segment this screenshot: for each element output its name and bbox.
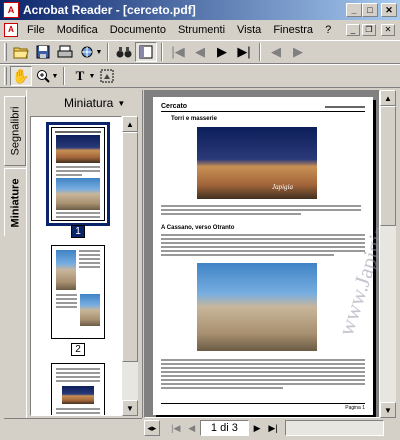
separator	[63, 67, 65, 85]
email-dropdown-icon[interactable]: ▼	[95, 49, 103, 56]
status-first-page-icon[interactable]: |◀	[168, 420, 184, 436]
doc-minimize-button[interactable]: _	[346, 24, 360, 36]
maximize-button[interactable]: □	[362, 3, 378, 17]
scroll-down-icon[interactable]: ▼	[122, 400, 138, 416]
text-block-1	[161, 205, 361, 217]
pane-toggle-icon[interactable]: ◂▸	[144, 420, 160, 436]
scroll-thumb[interactable]	[380, 106, 396, 226]
text-block-2	[161, 234, 365, 258]
search-binoculars-icon[interactable]	[113, 42, 135, 62]
section-title-1: Torri e masserie	[171, 116, 217, 122]
print-icon[interactable]	[54, 42, 76, 62]
panel-title: Miniatura	[64, 96, 114, 110]
page-header-title: Cercato	[161, 103, 188, 110]
thumbnail-scrollbar[interactable]: ▲ ▼	[122, 116, 138, 416]
photo-castle-day	[197, 263, 317, 351]
thumbnail-page-2[interactable]	[51, 245, 105, 339]
menu-documento[interactable]: Documento	[104, 24, 172, 36]
thumbnail-photo	[62, 386, 94, 404]
tab-bookmarks[interactable]: Segnalibri	[4, 96, 26, 166]
first-page-icon[interactable]: |◀	[167, 42, 189, 62]
thumbnail-label-2[interactable]: 2	[71, 343, 85, 356]
thumbnail-photo	[56, 178, 100, 210]
thumbnail-photo	[56, 250, 76, 290]
separator	[161, 43, 163, 61]
separator	[259, 43, 261, 61]
open-folder-icon[interactable]	[10, 42, 32, 62]
graphics-select-icon[interactable]	[96, 66, 118, 86]
toggle-navigation-pane-icon[interactable]	[135, 42, 157, 62]
scroll-up-icon[interactable]: ▲	[380, 90, 396, 106]
toolbar-file: ▼ |◀ ◀ ▶ ▶| ◀ ▶	[0, 40, 400, 64]
acrobat-app-icon[interactable]: A	[3, 2, 19, 18]
save-icon[interactable]	[32, 42, 54, 62]
close-button[interactable]: ✕	[381, 3, 397, 17]
section-title-2: A Cassano, verso Otranto	[161, 225, 235, 231]
document-icon[interactable]: A	[4, 23, 18, 37]
menu-modifica[interactable]: Modifica	[51, 24, 104, 36]
title-bar: A Acrobat Reader - [cerceto.pdf]	[0, 0, 400, 20]
horizontal-scrollbar[interactable]	[284, 420, 385, 436]
photo-castle-night: Japigia	[197, 127, 317, 199]
go-back-icon[interactable]: ◀	[265, 42, 287, 62]
panel-menu[interactable]: Miniatura ▼	[64, 96, 125, 110]
separator	[107, 43, 109, 61]
hand-tool-icon[interactable]: ✋	[10, 66, 32, 86]
panel-menu-dropdown-icon[interactable]: ▼	[117, 99, 125, 108]
text-select-dropdown-icon[interactable]: ▼	[88, 73, 96, 80]
thumbnail-page-3[interactable]	[51, 363, 105, 415]
go-forward-icon[interactable]: ▶	[287, 42, 309, 62]
status-previous-page-icon[interactable]: ◀	[184, 420, 200, 436]
page-footer: Pagina 1	[345, 405, 365, 411]
menu-help[interactable]: ?	[319, 24, 337, 36]
thumbnail-photo	[80, 294, 100, 326]
thumbnail-list: 1 2	[30, 116, 122, 416]
document-scrollbar[interactable]: ▲ ▼	[380, 90, 396, 418]
previous-page-icon[interactable]: ◀	[189, 42, 211, 62]
status-bar: ◂▸ |◀ ◀ 1 di 3 ▶ ▶|	[144, 418, 385, 438]
menu-file[interactable]: File	[21, 24, 51, 36]
toolbar-tools: ✋ ▼ T ▼	[0, 64, 400, 88]
thumbnail-label-1[interactable]: 1	[71, 225, 85, 238]
tab-bookmarks-label: Segnalibri	[9, 106, 22, 156]
pdf-page: Cercato Torri e masserie Japigia A Cassa…	[153, 97, 379, 415]
next-page-icon[interactable]: ▶	[211, 42, 233, 62]
tab-thumbnails-label: Miniature	[9, 178, 22, 227]
toolbar-grip[interactable]	[4, 67, 7, 85]
scroll-thumb[interactable]	[122, 132, 138, 362]
scroll-down-icon[interactable]: ▼	[380, 402, 396, 418]
photo-caption: Japigia	[272, 183, 293, 191]
toolbar-grip[interactable]	[4, 43, 7, 61]
status-last-page-icon[interactable]: ▶|	[265, 420, 281, 436]
minimize-button[interactable]: _	[346, 3, 362, 17]
menu-strumenti[interactable]: Strumenti	[172, 24, 231, 36]
doc-close-button[interactable]: ✕	[381, 24, 395, 36]
text-block-3	[161, 359, 365, 391]
document-view: Cercato Torri e masserie Japigia A Cassa…	[144, 90, 380, 418]
tab-thumbnails[interactable]: Miniature	[4, 168, 26, 236]
scroll-up-icon[interactable]: ▲	[122, 116, 138, 132]
thumbnail-page-1[interactable]	[46, 122, 110, 226]
status-next-page-icon[interactable]: ▶	[249, 420, 265, 436]
zoom-dropdown-icon[interactable]: ▼	[51, 73, 59, 80]
window-title: Acrobat Reader - [cerceto.pdf]	[23, 3, 196, 17]
page-number-field[interactable]: 1 di 3	[199, 420, 250, 436]
menu-finestra[interactable]: Finestra	[267, 24, 319, 36]
menu-vista[interactable]: Vista	[231, 24, 267, 36]
menu-bar: A File Modifica Documento Strumenti Vist…	[0, 20, 400, 40]
last-page-icon[interactable]: ▶|	[233, 42, 255, 62]
sidebar-footer	[4, 418, 142, 438]
thumbnail-photo	[56, 135, 100, 163]
doc-restore-button[interactable]: ❐	[362, 24, 376, 36]
